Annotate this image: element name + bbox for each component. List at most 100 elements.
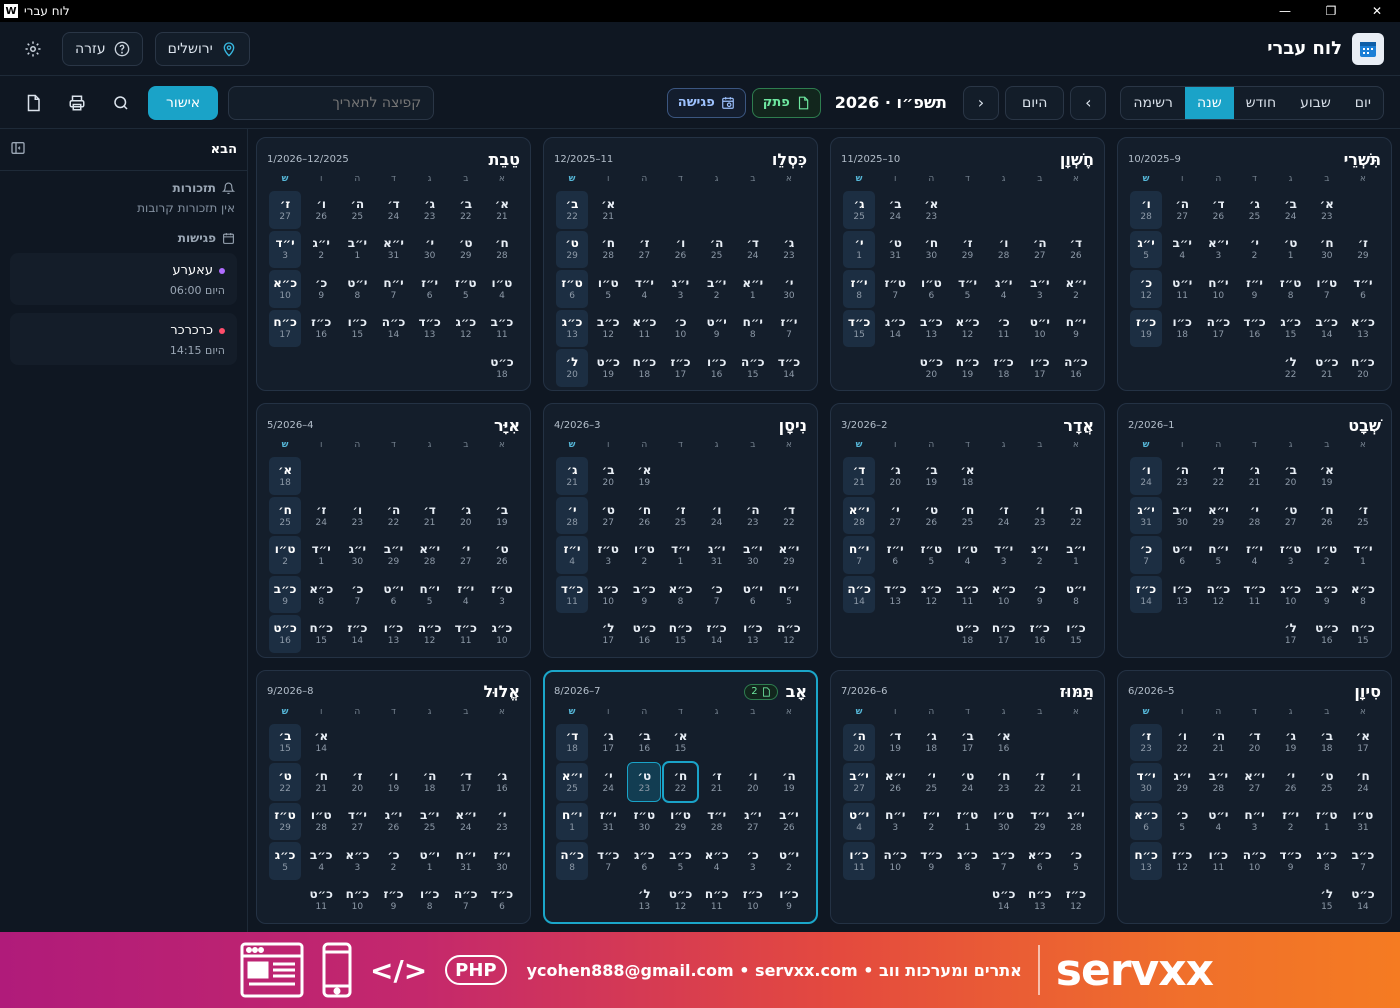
day-cell[interactable]: י״א 3 <box>1202 231 1234 269</box>
day-cell[interactable]: ח׳ 30 <box>915 231 947 269</box>
day-cell[interactable]: י״א 27 <box>1238 763 1270 801</box>
day-cell[interactable]: כ״ט 20 <box>915 349 947 387</box>
day-cell[interactable]: א׳ 18 <box>269 457 302 495</box>
day-cell[interactable]: כ״ט 16 <box>269 615 302 653</box>
day-cell[interactable]: ו׳ 19 <box>377 763 409 801</box>
day-cell[interactable]: כ״ד 13 <box>879 576 911 614</box>
day-cell[interactable]: כ״ו 18 <box>1166 310 1198 348</box>
day-cell[interactable]: כ״ו 9 <box>773 882 805 920</box>
day-cell[interactable]: ב׳ 24 <box>879 191 911 229</box>
day-cell[interactable]: כ״ג 10 <box>1275 576 1307 614</box>
day-cell[interactable]: י״ג 31 <box>701 536 733 574</box>
day-cell[interactable]: י״ח 8 <box>737 310 769 348</box>
add-note-button[interactable]: פתק <box>751 87 821 118</box>
day-cell[interactable]: כ״ד 13 <box>414 310 446 348</box>
day-cell[interactable]: י״ט 6 <box>737 576 769 614</box>
day-cell[interactable]: כ״ג 14 <box>879 310 911 348</box>
day-cell[interactable]: ט׳ 23 <box>627 762 662 802</box>
day-cell[interactable]: כ״ה 14 <box>843 575 876 614</box>
day-cell[interactable]: כ״ז 19 <box>1130 309 1163 347</box>
day-cell[interactable]: כ״ט 18 <box>486 349 518 387</box>
day-cell[interactable]: ו׳ 28 <box>1130 191 1163 229</box>
day-cell[interactable]: ד׳ 26 <box>1060 231 1092 269</box>
day-cell[interactable]: י״א 29 <box>773 536 805 574</box>
day-cell[interactable]: י״א 26 <box>879 763 911 801</box>
day-cell[interactable]: י״ט 4 <box>843 802 876 841</box>
day-cell[interactable]: י״ז 31 <box>592 803 624 841</box>
maximize-icon[interactable]: ❐ <box>1308 0 1354 22</box>
day-cell[interactable]: כ׳ 5 <box>1166 803 1198 841</box>
day-cell[interactable]: ט״ז 6 <box>556 270 589 308</box>
day-cell[interactable]: כ׳ 3 <box>737 842 769 880</box>
day-cell[interactable]: כ״ו 13 <box>377 615 409 653</box>
export-button[interactable] <box>16 86 50 120</box>
day-cell[interactable]: ט״ו 7 <box>1311 270 1343 308</box>
day-cell[interactable]: ז׳ 25 <box>664 497 696 535</box>
day-cell[interactable]: כ״ז 12 <box>1166 842 1198 880</box>
day-cell[interactable]: כ״ז 18 <box>988 349 1020 387</box>
next-button[interactable]: › <box>1070 85 1107 120</box>
day-cell[interactable]: ט״ו 2 <box>1311 536 1343 574</box>
day-cell[interactable]: י״ג 27 <box>737 803 769 841</box>
day-cell[interactable]: ו׳ 23 <box>341 497 373 535</box>
day-cell[interactable]: כ״ג 8 <box>1311 842 1343 880</box>
day-cell[interactable]: ד׳ 19 <box>879 724 911 762</box>
day-cell[interactable]: י״ז 4 <box>1238 536 1270 574</box>
day-cell[interactable]: י״ח 7 <box>843 536 876 574</box>
day-cell[interactable]: י״ד 29 <box>1024 803 1056 841</box>
day-cell[interactable]: כ״ה 7 <box>450 882 482 920</box>
day-cell[interactable]: ו׳ 24 <box>701 497 733 535</box>
day-cell[interactable]: כ״ו 15 <box>1060 615 1092 653</box>
day-cell[interactable]: ב׳ 22 <box>450 191 482 229</box>
day-cell[interactable]: כ״ה 10 <box>879 842 911 880</box>
day-cell[interactable]: י״ט 1 <box>414 842 446 880</box>
day-cell[interactable]: י׳ 26 <box>1275 763 1307 801</box>
day-cell[interactable]: ז׳ 24 <box>305 497 337 535</box>
day-cell[interactable]: ט׳ 29 <box>556 230 589 268</box>
day-cell[interactable]: כ״א 8 <box>305 576 337 614</box>
day-cell[interactable]: י״ג 2 <box>1024 536 1056 574</box>
day-cell[interactable]: י״ט 4 <box>1202 803 1234 841</box>
day-cell[interactable]: כ״ח 20 <box>1347 349 1379 387</box>
day-cell[interactable]: ט׳ 25 <box>1311 763 1343 801</box>
day-cell[interactable]: ח׳ 24 <box>1347 763 1379 801</box>
day-cell[interactable]: ט״ז 3 <box>486 576 518 614</box>
confirm-button[interactable]: אישור <box>148 85 219 120</box>
day-cell[interactable]: כ״ו 13 <box>1166 576 1198 614</box>
day-cell[interactable]: כ״א 10 <box>988 576 1020 614</box>
day-cell[interactable]: י״ח 9 <box>1060 310 1092 348</box>
day-cell[interactable]: י״ז 4 <box>556 536 589 574</box>
day-cell[interactable]: ט׳ 31 <box>879 231 911 269</box>
day-cell[interactable]: כ״ז 9 <box>377 882 409 920</box>
day-cell[interactable]: כ״ג 12 <box>915 576 947 614</box>
day-cell[interactable]: י״ד 27 <box>341 803 373 841</box>
day-cell[interactable]: כ״ג 6 <box>628 842 660 880</box>
day-cell[interactable]: כ״ג 15 <box>1275 310 1307 348</box>
day-cell[interactable]: ה׳ 25 <box>341 191 373 229</box>
day-cell[interactable]: ה׳ 21 <box>1202 724 1234 762</box>
view-tab[interactable]: שנה <box>1184 86 1234 119</box>
day-cell[interactable]: כ׳ 9 <box>1024 576 1056 614</box>
day-cell[interactable]: א׳ 23 <box>915 191 947 229</box>
month-card[interactable]: אֱלוּל 9/2026–8 א ב ג ד ה ו ש א׳ 14 ב׳ 15 ג׳ 16 ד׳ 17 ה׳ 1… <box>256 669 531 924</box>
day-cell[interactable]: י״ז 30 <box>486 842 518 880</box>
day-cell[interactable]: ז׳ 27 <box>269 191 302 229</box>
day-cell[interactable]: כ׳ 11 <box>988 310 1020 348</box>
day-cell[interactable]: י״ג 30 <box>341 536 373 574</box>
day-cell[interactable]: י״ב 4 <box>1166 231 1198 269</box>
day-cell[interactable]: כ״ד 14 <box>773 349 805 387</box>
day-cell[interactable]: כ״א 6 <box>1024 842 1056 880</box>
day-cell[interactable]: כ״ט 11 <box>305 882 337 920</box>
day-cell[interactable]: ו׳ 28 <box>988 231 1020 269</box>
day-cell[interactable]: ב׳ 20 <box>1275 457 1307 495</box>
day-cell[interactable]: י״ב 25 <box>414 803 446 841</box>
day-cell[interactable]: כ״ו 11 <box>1202 842 1234 880</box>
day-cell[interactable]: כ״ז 12 <box>1060 882 1092 920</box>
day-cell[interactable]: כ׳ 9 <box>305 270 337 308</box>
day-cell[interactable]: כ״א 4 <box>701 842 733 880</box>
day-cell[interactable]: כ״ב 7 <box>1347 842 1379 880</box>
day-cell[interactable]: י״ח 1 <box>556 802 589 841</box>
day-cell[interactable]: ג׳ 25 <box>1238 191 1270 229</box>
day-cell[interactable]: ט״ו 28 <box>305 803 337 841</box>
day-cell[interactable]: ז׳ 29 <box>1347 231 1379 269</box>
